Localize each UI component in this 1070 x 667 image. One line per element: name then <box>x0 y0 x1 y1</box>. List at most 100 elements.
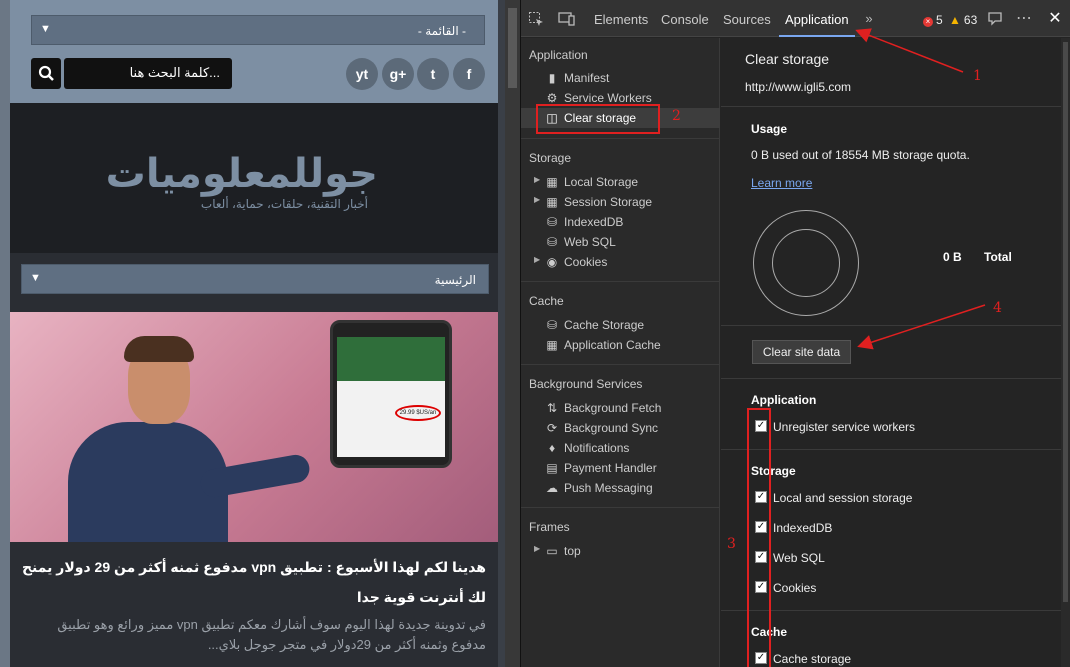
sidebar-item-label: Manifest <box>564 71 610 85</box>
sidebar-item-label: Application Cache <box>564 338 661 352</box>
menu-dropdown[interactable]: ▼ - القائمة - <box>31 15 485 45</box>
sidebar-item-cache-storage[interactable]: ⛁ Cache Storage <box>521 315 720 335</box>
person-hair <box>124 336 194 362</box>
checkbox-label: Unregister service workers <box>773 420 916 434</box>
cookie-icon: ◉ <box>546 255 558 269</box>
sidebar-item-manifest[interactable]: ▮ Manifest <box>521 68 720 88</box>
section-divider <box>721 106 1070 107</box>
sidebar-section-background-services: Background Services <box>529 377 643 391</box>
sidebar-item-background-fetch[interactable]: ⇅ Background Fetch <box>521 398 720 418</box>
annotation-label-4: 4 <box>993 300 1002 316</box>
error-icon: × <box>923 17 933 27</box>
expand-arrow-icon[interactable]: ▶ <box>534 544 540 553</box>
usage-chart <box>753 210 859 316</box>
twitter-icon[interactable]: t <box>417 58 449 90</box>
home-dropdown[interactable]: ▼ الرئيسية <box>21 264 489 294</box>
section-divider <box>721 449 1070 450</box>
scroll-thumb[interactable] <box>1063 42 1068 602</box>
sidebar-item-frame-top[interactable]: ▶ ▭ top <box>521 541 720 561</box>
pane-scrollbar[interactable] <box>1061 38 1070 667</box>
phone-banner <box>337 337 445 381</box>
more-tabs-icon[interactable]: » <box>861 11 877 27</box>
sync-icon: ⟳ <box>546 421 558 435</box>
logo-banner: جوللمعلوميات أخبار التقنية، حلقات، حماية… <box>10 103 498 253</box>
facebook-icon[interactable]: f <box>453 58 485 90</box>
expand-arrow-icon[interactable]: ▶ <box>534 195 540 204</box>
learn-more-link[interactable]: Learn more <box>751 176 812 190</box>
sidebar-section-cache: Cache <box>529 294 564 308</box>
usage-chart-inner <box>772 229 840 297</box>
sidebar-item-web-sql[interactable]: ⛁ Web SQL <box>521 232 720 252</box>
sidebar-item-indexeddb[interactable]: ⛁ IndexedDB <box>521 212 720 232</box>
home-label: الرئيسية <box>434 273 476 287</box>
credit-card-icon: ▤ <box>546 461 558 475</box>
annotation-label-1: 1 <box>973 68 982 84</box>
sidebar-item-push-messaging[interactable]: ☁ Push Messaging <box>521 478 720 498</box>
expand-arrow-icon[interactable]: ▶ <box>534 255 540 264</box>
tab-application[interactable]: Application <box>779 0 855 37</box>
sidebar-section-storage: Storage <box>529 151 572 165</box>
checkbox-label: Cookies <box>773 581 817 595</box>
post-thumbnail[interactable]: 29.99 $US/an <box>10 312 498 542</box>
sidebar-item-local-storage[interactable]: ▶ ▦ Local Storage <box>521 172 720 192</box>
annotation-box-clear-storage <box>536 104 660 134</box>
clear-site-data-button[interactable]: Clear site data <box>752 340 851 364</box>
fetch-arrows-icon: ⇅ <box>546 401 558 415</box>
error-count[interactable]: × 5 <box>923 13 943 27</box>
page-edge <box>0 0 10 667</box>
grid-icon: ▦ <box>546 338 558 352</box>
more-options-icon[interactable]: ⋯ <box>1016 11 1032 27</box>
scroll-thumb[interactable] <box>508 8 517 88</box>
devtools-toolbar: Elements Console Sources Application » ×… <box>521 0 1070 37</box>
clear-storage-pane: Clear storage http://www.igli5.com Usage… <box>721 38 1070 667</box>
website-viewport: ▼ - القائمة - كلمة البحث هنا... yt g+ t … <box>0 0 505 667</box>
sidebar-item-background-sync[interactable]: ⟳ Background Sync <box>521 418 720 438</box>
device-toggle-icon[interactable] <box>558 11 575 27</box>
error-count-value: 5 <box>936 13 943 27</box>
tab-sources[interactable]: Sources <box>723 0 771 37</box>
grid-icon: ▦ <box>546 195 558 209</box>
search-button[interactable] <box>31 58 61 89</box>
site-tagline: أخبار التقنية، حلقات، حماية، ألعاب <box>200 197 368 211</box>
document-icon: ▮ <box>548 71 556 85</box>
section-divider <box>721 610 1070 611</box>
sidebar-item-label: Background Fetch <box>564 401 662 415</box>
annotation-label-3: 3 <box>727 536 736 552</box>
sidebar-divider <box>521 281 720 282</box>
sidebar-item-session-storage[interactable]: ▶ ▦ Session Storage <box>521 192 720 212</box>
checkbox-label: Cache storage <box>773 652 852 666</box>
sidebar-item-label: Session Storage <box>564 195 653 209</box>
inspect-icon[interactable] <box>528 11 544 27</box>
youtube-icon[interactable]: yt <box>346 58 378 90</box>
expand-arrow-icon[interactable]: ▶ <box>534 175 540 184</box>
section-divider <box>721 325 1070 326</box>
application-heading: Application <box>751 393 817 407</box>
warning-count[interactable]: ▲ 63 <box>949 13 977 27</box>
sidebar-item-label: IndexedDB <box>564 215 624 229</box>
site-logo[interactable]: جوللمعلوميات <box>106 151 378 197</box>
post-title[interactable]: هدينا لكم لهذا الأسبوع : تطبيق vpn مدفوع… <box>21 552 486 612</box>
database-icon: ⛁ <box>546 235 558 249</box>
sidebar-item-label: Payment Handler <box>564 461 657 475</box>
sidebar-divider <box>521 364 720 365</box>
sidebar-item-label: top <box>564 544 581 558</box>
site-scrollbar[interactable] <box>505 0 520 667</box>
page-title: Clear storage <box>745 51 830 67</box>
grid-icon: ▦ <box>546 175 558 189</box>
sidebar-item-notifications[interactable]: ♦ Notifications <box>521 438 720 458</box>
feedback-icon[interactable] <box>987 11 1003 27</box>
gear-icon: ⚙ <box>546 91 558 105</box>
sidebar-item-label: Service Workers <box>564 91 652 105</box>
sidebar-section-application: Application <box>529 48 588 62</box>
sidebar-item-payment-handler[interactable]: ▤ Payment Handler <box>521 458 720 478</box>
sidebar-item-application-cache[interactable]: ▦ Application Cache <box>521 335 720 355</box>
sidebar-item-label: Web SQL <box>564 235 616 249</box>
warning-icon: ▲ <box>949 13 961 27</box>
search-input[interactable]: كلمة البحث هنا... <box>64 58 232 89</box>
tab-elements[interactable]: Elements <box>594 0 648 37</box>
tab-console[interactable]: Console <box>661 0 709 37</box>
sidebar-divider <box>521 507 720 508</box>
sidebar-item-cookies[interactable]: ▶ ◉ Cookies <box>521 252 720 272</box>
close-icon[interactable]: ✕ <box>1047 11 1063 27</box>
google-plus-icon[interactable]: g+ <box>382 58 414 90</box>
